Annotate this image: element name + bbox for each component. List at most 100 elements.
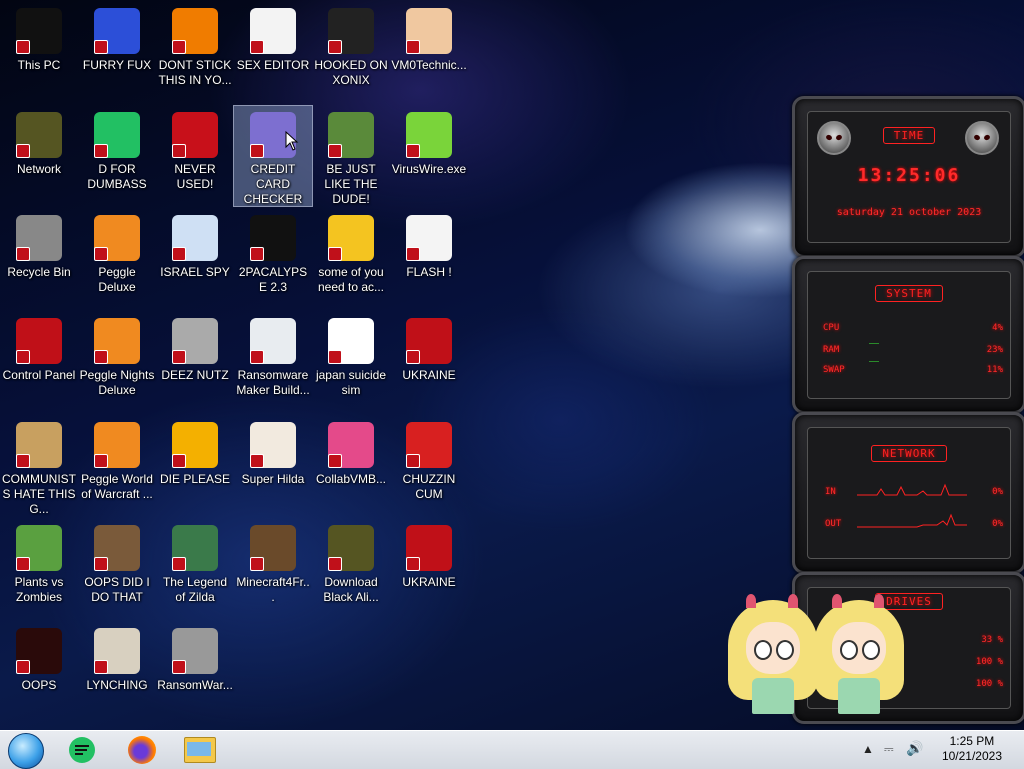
vlc-cone-icon <box>172 8 218 54</box>
red-monitor-icon <box>16 628 62 674</box>
desktop-icon[interactable]: FLASH ! <box>390 209 468 309</box>
desktop-icon[interactable]: The Legend of Zilda <box>156 519 234 619</box>
green-app-taskbar-icon <box>69 737 95 763</box>
desktop-icon-label: Minecraft4Fr... <box>236 575 310 604</box>
collab-screen-icon <box>328 422 374 468</box>
desktop-icon[interactable]: CollabVMB... <box>312 416 390 516</box>
desktop-icon-label: FURRY FUX <box>82 58 152 72</box>
desktop-icon-label: Peggle Nights Deluxe <box>79 368 155 397</box>
desktop-icon-label: Peggle World of Warcraft ... <box>81 472 153 501</box>
green-app-icon <box>94 112 140 158</box>
desktop-icon-label: DONT STICK THIS IN YO... <box>158 58 232 87</box>
desktop-icon[interactable]: UKRAINE <box>390 312 468 412</box>
desktop-icon[interactable]: Recycle Bin <box>0 209 78 309</box>
time-gadget-date: saturday 21 october 2023 <box>836 207 982 218</box>
desktop-icon[interactable]: Peggle World of Warcraft ... <box>78 416 156 516</box>
portrait-icon <box>94 525 140 571</box>
desktop-icon[interactable]: Peggle Nights Deluxe <box>78 312 156 412</box>
network-gadget[interactable]: NETWORK IN 0% OUT 0% <box>792 412 1024 574</box>
desktop-icon[interactable]: japan suicide sim <box>312 312 390 412</box>
desktop-icon[interactable]: Network <box>0 106 78 206</box>
desktop-icon[interactable]: OOPS <box>0 622 78 722</box>
document-icon <box>328 318 374 364</box>
cartoon-character-sticker[interactable] <box>728 594 818 720</box>
desktop-icon[interactable]: NEVER USED! <box>156 106 234 206</box>
system-gadget[interactable]: SYSTEM CPU 4% RAM 23% SWAP 11% <box>792 256 1024 414</box>
desktop-icon[interactable]: D FOR DUMBASS <box>78 106 156 206</box>
hxd-editor-icon <box>250 8 296 54</box>
desktop-icon[interactable]: Download Black Ali... <box>312 519 390 619</box>
desktop-icon[interactable]: DIE PLEASE <box>156 416 234 516</box>
desktop-icon[interactable]: Peggle Deluxe <box>78 209 156 309</box>
desktop-icon[interactable]: DEEZ NUTZ <box>156 312 234 412</box>
desktop-icon-label: VirusWire.exe <box>391 162 467 176</box>
network-icon[interactable]: ⎓ <box>884 742 894 757</box>
desktop-icon[interactable]: COMMUNISTS HATE THIS G... <box>0 416 78 516</box>
desktop-icon[interactable]: DONT STICK THIS IN YO... <box>156 2 234 102</box>
desktop-icon[interactable]: Minecraft4Fr... <box>234 519 312 619</box>
swap-bar <box>869 361 879 362</box>
xonix-game-icon <box>328 8 374 54</box>
desktop-icon-label: Download Black Ali... <box>323 575 379 604</box>
taskbar-pinned-firefox[interactable] <box>118 734 166 766</box>
tray-date: 10/21/2023 <box>941 749 1002 763</box>
show-hidden-icons-chevron-icon[interactable]: ▲ <box>862 742 874 756</box>
desktop-icon-label: D FOR DUMBASS <box>87 162 147 191</box>
taskbar: ▲ ⎓ 🔊 1:25 PM 10/21/2023 <box>0 730 1024 769</box>
desktop-icon[interactable]: RansomWar... <box>156 622 234 722</box>
desktop-icon-label: UKRAINE <box>402 575 456 589</box>
stacked-windows-icon <box>172 318 218 364</box>
desktop-icon[interactable]: CREDIT CARD CHECKER <box>233 105 313 207</box>
desktop-icon[interactable]: SEX EDITOR <box>234 2 312 102</box>
desktop-icon[interactable]: UKRAINE <box>390 519 468 619</box>
desktop-icon-label: FLASH ! <box>406 265 452 279</box>
desktop-icon[interactable]: Ransomware Maker Build... <box>234 312 312 412</box>
desktop-icon-label: Super Hilda <box>241 472 305 486</box>
desktop-icon[interactable]: LYNCHING <box>78 622 156 722</box>
desktop-icon[interactable]: BE JUST LIKE THE DUDE! <box>312 106 390 206</box>
desktop-icon[interactable]: FURRY FUX <box>78 2 156 102</box>
desktop-icon-label: DIE PLEASE <box>159 472 231 486</box>
desktop-icon[interactable]: some of you need to ac... <box>312 209 390 309</box>
desktop-icon-label: Control Panel <box>2 368 76 382</box>
desktop-icon-label: OOPS DID I DO THAT <box>84 575 150 604</box>
desktop-icon-label: Plants vs Zombies <box>14 575 64 604</box>
desktop-icon[interactable]: 2PACALYPSE 2.3 <box>234 209 312 309</box>
desktop-icon[interactable]: Plants vs Zombies <box>0 519 78 619</box>
desktop-icon[interactable]: CHUZZIN CUM <box>390 416 468 516</box>
desktop-icon[interactable]: VM0Technic... <box>390 2 468 102</box>
desktop-icon[interactable]: This PC <box>0 2 78 102</box>
taskbar-pinned-green-app[interactable] <box>58 734 106 766</box>
tray-clock[interactable]: 1:25 PM 10/21/2023 <box>942 734 1002 764</box>
desktop-icon[interactable]: ISRAEL SPY <box>156 209 234 309</box>
network-out-value: 0% <box>992 519 1003 529</box>
bonzi-elf-icon <box>328 112 374 158</box>
terminal-icon <box>250 215 296 261</box>
time-gadget-clock: 13:25:06 <box>857 165 961 186</box>
radiation-icon <box>406 525 452 571</box>
time-gadget-title: TIME <box>882 127 936 144</box>
cartoon-character-sticker[interactable] <box>814 594 904 720</box>
desktop-icon[interactable]: VirusWire.exe <box>390 106 468 206</box>
desktop-icon-label: VM0Technic... <box>391 58 467 72</box>
drive-3-value: 100 % <box>975 679 1003 689</box>
flash-document-icon <box>406 215 452 261</box>
pixel-cat-icon <box>250 422 296 468</box>
desktop-icon-label: 2PACALYPSE 2.3 <box>238 265 308 294</box>
lime-wire-icon <box>406 112 452 158</box>
desktop-icon[interactable]: Super Hilda <box>234 416 312 516</box>
desktop-icon[interactable]: Control Panel <box>0 312 78 412</box>
desktop-icon[interactable]: HOOKED ON XONIX <box>312 2 390 102</box>
time-gadget[interactable]: TIME 13:25:06 saturday 21 october 2023 <box>792 96 1024 258</box>
taskbar-pinned-file-explorer[interactable] <box>176 734 224 766</box>
desktop-icon-label: some of you need to ac... <box>317 265 385 294</box>
network-gadget-title: NETWORK <box>871 445 947 462</box>
swap-value: 11% <box>986 365 1003 375</box>
rope-icon <box>94 628 140 674</box>
peggle-wow-icon <box>94 422 140 468</box>
start-button[interactable] <box>8 733 44 769</box>
desktop-icon-label: SEX EDITOR <box>236 58 310 72</box>
network-in-label: IN <box>825 487 836 497</box>
desktop-icon[interactable]: OOPS DID I DO THAT <box>78 519 156 619</box>
volume-icon[interactable]: 🔊 <box>906 740 923 757</box>
